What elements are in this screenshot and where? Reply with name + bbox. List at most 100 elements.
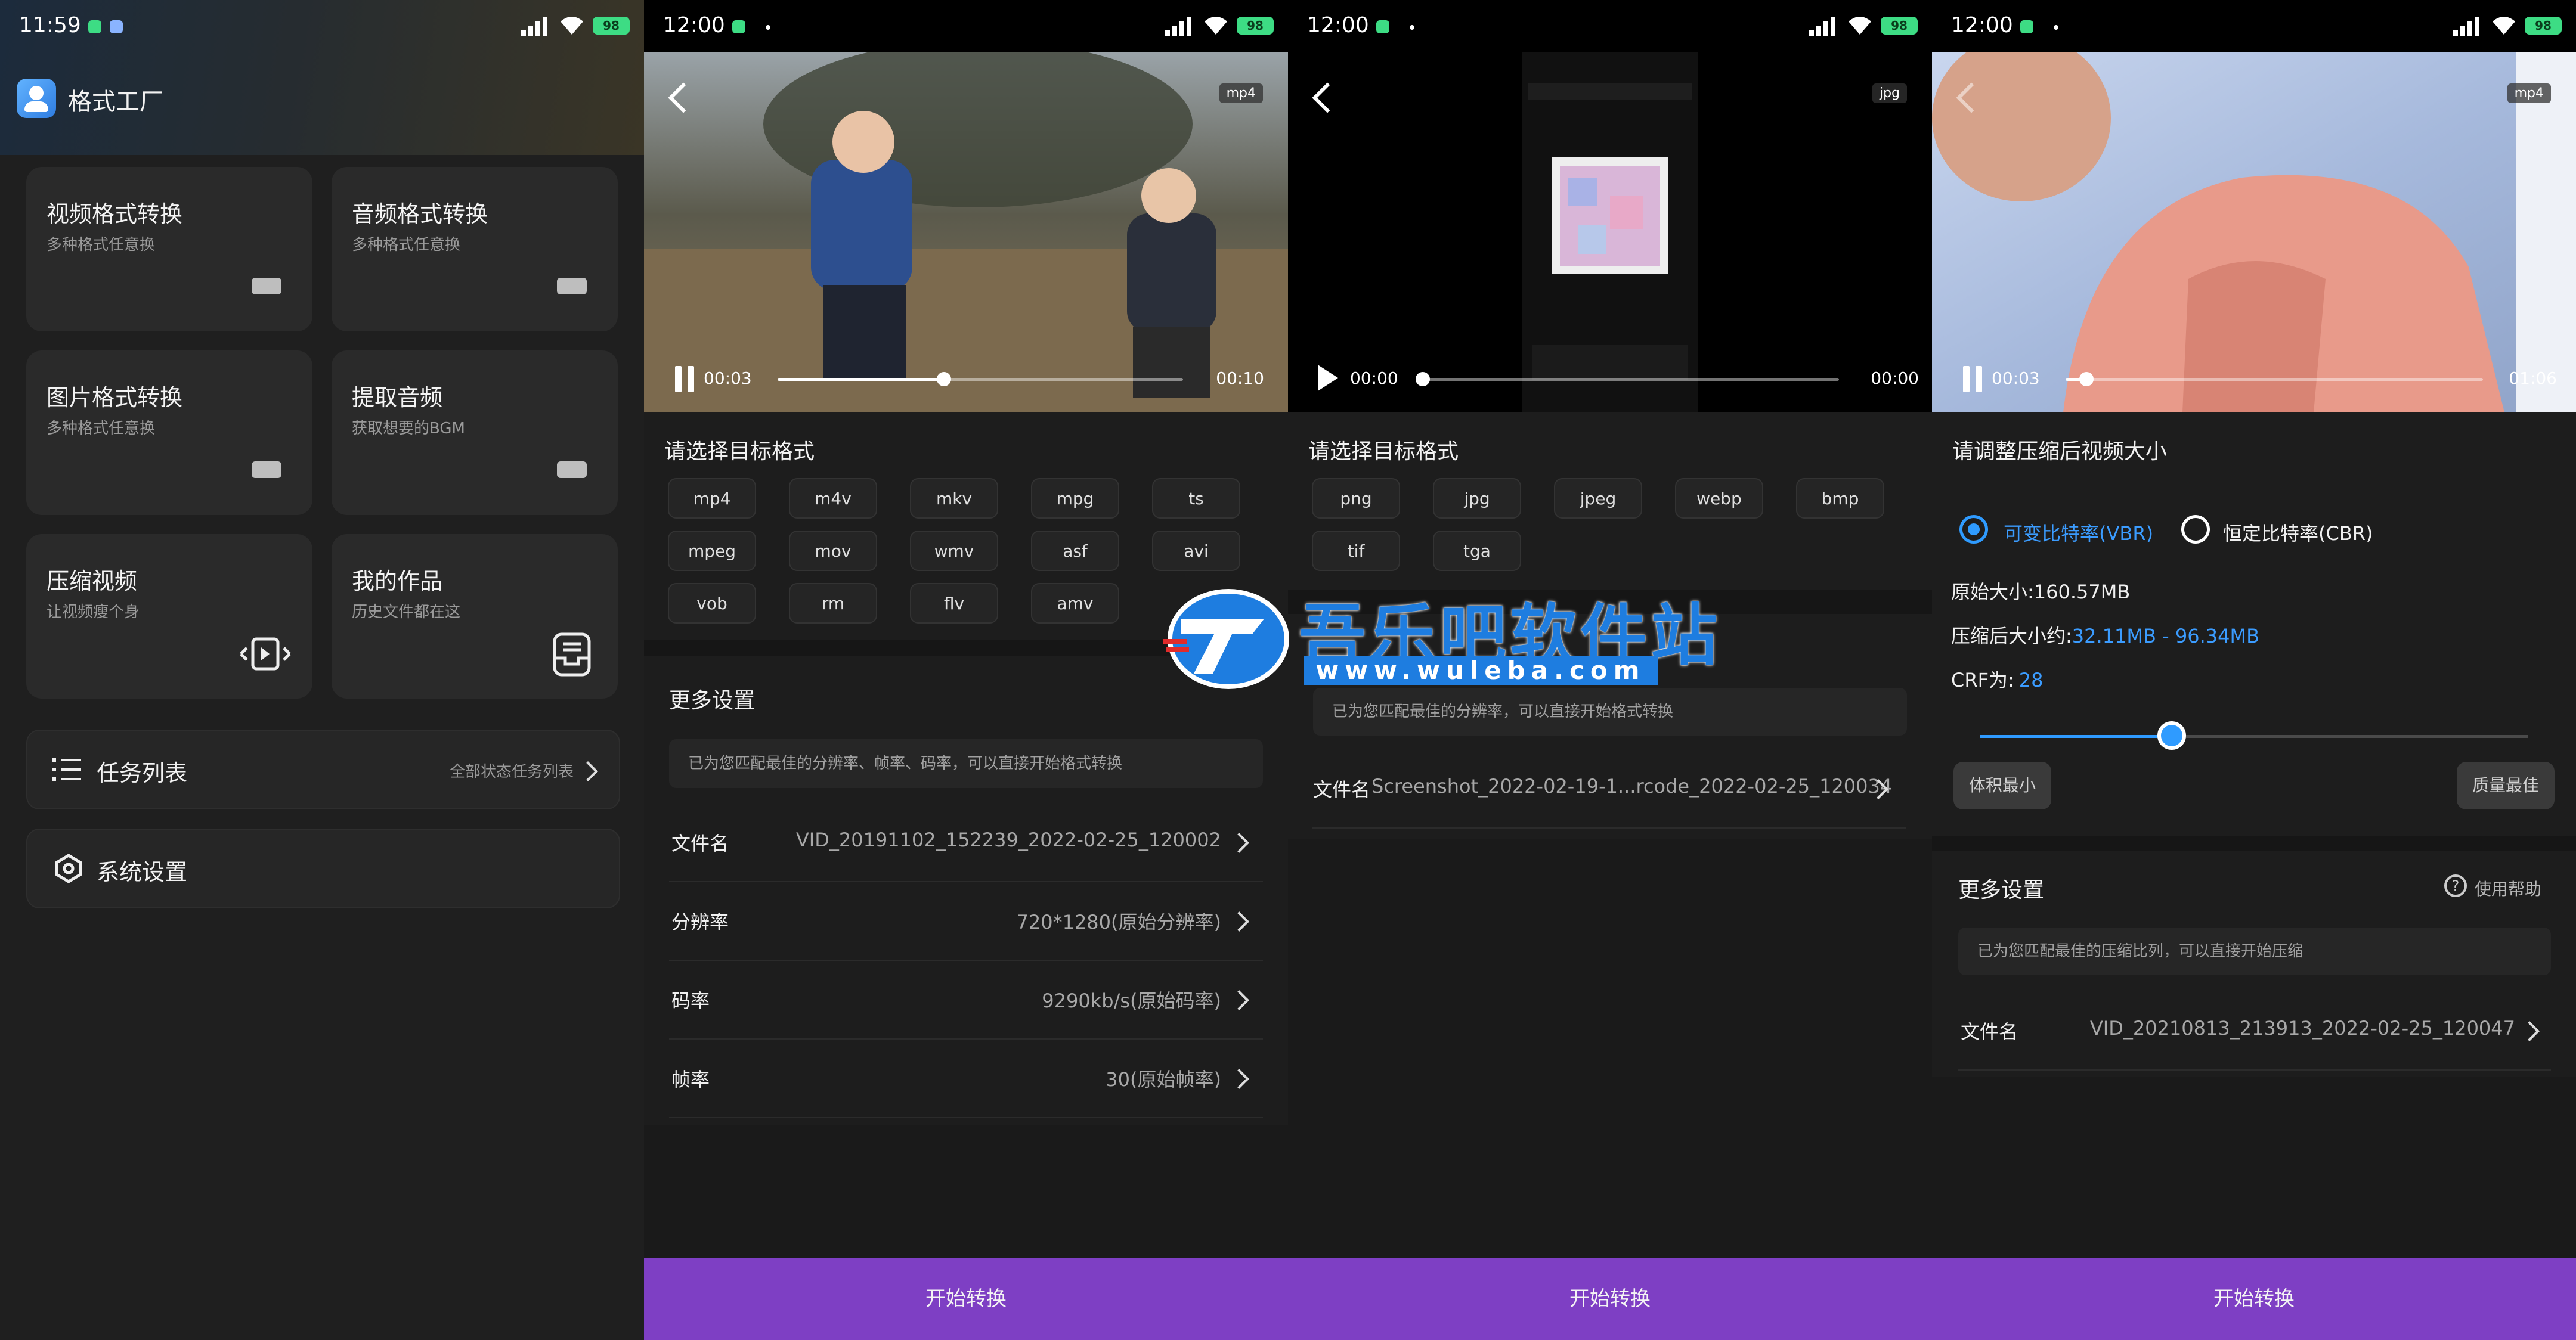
progress-knob[interactable] bbox=[2079, 372, 2094, 386]
format-chip[interactable]: mov bbox=[789, 531, 877, 571]
wifi-icon bbox=[1849, 17, 1871, 35]
notification-icon bbox=[110, 20, 123, 33]
format-chip[interactable]: asf bbox=[1031, 531, 1119, 571]
progress-knob[interactable] bbox=[937, 372, 951, 386]
vbr-label[interactable]: 可变比特率(VBR) bbox=[2004, 519, 2153, 546]
filename-row[interactable]: 文件名 Screenshot_2022-02-19-1...rcode_2022… bbox=[1312, 749, 1906, 829]
filename-row[interactable]: 文件名 VID_20210813_213913_2022-02-25_12004… bbox=[1958, 991, 2551, 1071]
format-chip[interactable]: wmv bbox=[910, 531, 998, 571]
format-chip[interactable]: amv bbox=[1031, 583, 1119, 624]
format-chip[interactable]: vob bbox=[668, 583, 756, 624]
image-preview[interactable]: jpg 00:00 00:00 bbox=[1288, 52, 1932, 412]
format-chip[interactable]: tif bbox=[1312, 531, 1400, 571]
dot-icon bbox=[2054, 25, 2058, 30]
video-frame bbox=[644, 52, 1288, 412]
card-subtitle: 多种格式任意换 bbox=[47, 420, 156, 438]
format-chip[interactable]: m4v bbox=[789, 478, 877, 519]
video-frame bbox=[1932, 52, 2576, 412]
format-chip[interactable]: mp4 bbox=[668, 478, 756, 519]
svg-text:?: ? bbox=[2452, 877, 2460, 894]
music-icon bbox=[557, 278, 587, 294]
help-link[interactable]: 使用帮助 bbox=[2475, 876, 2541, 900]
row-label: 码率 bbox=[671, 990, 710, 1012]
video-preview[interactable]: mp4 00:03 01:06 bbox=[1932, 52, 2576, 412]
chevron-right-icon bbox=[1229, 833, 1249, 853]
start-convert-button[interactable]: 开始转换 bbox=[1288, 1258, 1932, 1340]
watermark-logo-icon bbox=[1163, 589, 1289, 689]
hint-text: 已为您匹配最佳的压缩比列，可以直接开始压缩 bbox=[1958, 928, 2551, 975]
row-value: 30(原始帧率) bbox=[1106, 1068, 1221, 1091]
settings-row[interactable]: 系统设置 bbox=[26, 829, 620, 908]
app-title: 格式工厂 bbox=[68, 88, 163, 116]
format-chip[interactable]: rm bbox=[789, 583, 877, 624]
format-chip[interactable]: mkv bbox=[910, 478, 998, 519]
video-preview[interactable]: mp4 00:03 00:10 bbox=[644, 52, 1288, 412]
card-title: 音频格式转换 bbox=[352, 201, 488, 227]
format-chip[interactable]: png bbox=[1312, 478, 1400, 519]
status-bar: 12:00 98 bbox=[644, 0, 1288, 52]
video-convert-card[interactable]: 视频格式转换 多种格式任意换 bbox=[26, 167, 312, 331]
format-chip[interactable]: avi bbox=[1152, 531, 1240, 571]
format-badge: mp4 bbox=[2507, 83, 2551, 103]
framerate-row[interactable]: 帧率 30(原始帧率) bbox=[669, 1038, 1263, 1118]
image-icon bbox=[252, 461, 281, 478]
format-chip[interactable]: mpg bbox=[1031, 478, 1119, 519]
row-value: Screenshot_2022-02-19-1...rcode_2022-02-… bbox=[1371, 775, 1893, 798]
wifi-icon bbox=[1205, 17, 1227, 35]
format-chip[interactable]: jpeg bbox=[1554, 478, 1642, 519]
bitrate-row[interactable]: 码率 9290kb/s(原始码率) bbox=[669, 960, 1263, 1040]
my-works-card[interactable]: 我的作品 历史文件都在这 bbox=[332, 534, 618, 699]
play-icon[interactable] bbox=[1315, 364, 1339, 392]
resolution-row[interactable]: 分辨率 720*1280(原始分辨率) bbox=[669, 881, 1263, 961]
pause-icon[interactable] bbox=[674, 366, 695, 392]
crf-slider-knob[interactable] bbox=[2157, 721, 2186, 750]
min-size-button[interactable]: 体积最小 bbox=[1953, 762, 2052, 809]
signal-icon bbox=[2453, 17, 2487, 36]
progress-knob[interactable] bbox=[1416, 372, 1430, 386]
format-chip[interactable]: mpeg bbox=[668, 531, 756, 571]
more-settings-title: 更多设置 bbox=[669, 688, 756, 713]
compress-video-screen: 12:00 98 mp4 00:03 01:06 请调整压缩后视频大小 可变比特… bbox=[1932, 0, 2576, 1340]
list-icon bbox=[52, 758, 81, 781]
format-chip[interactable]: ts bbox=[1152, 478, 1240, 519]
compress-video-card[interactable]: 压缩视频 让视频瘦个身 bbox=[26, 534, 312, 699]
section-title: 请选择目标格式 bbox=[664, 439, 815, 464]
progress-track[interactable] bbox=[2066, 378, 2483, 381]
row-value: VID_20210813_213913_2022-02-25_120047 bbox=[2089, 1017, 2515, 1040]
format-chip[interactable]: tga bbox=[1433, 531, 1521, 571]
audio-convert-card[interactable]: 音频格式转换 多种格式任意换 bbox=[332, 167, 618, 331]
task-list-row[interactable]: 任务列表 全部状态任务列表 bbox=[26, 730, 620, 809]
start-convert-button[interactable]: 开始转换 bbox=[644, 1258, 1288, 1340]
format-chip[interactable]: flv bbox=[910, 583, 998, 624]
card-subtitle: 让视频瘦个身 bbox=[47, 603, 140, 621]
format-badge: jpg bbox=[1872, 83, 1907, 103]
format-chip[interactable]: bmp bbox=[1796, 478, 1884, 519]
row-label: 分辨率 bbox=[671, 911, 729, 933]
cbr-radio[interactable] bbox=[2181, 515, 2210, 544]
spacer bbox=[1932, 1077, 2576, 1258]
pause-icon[interactable] bbox=[1962, 366, 1983, 392]
signal-icon bbox=[1165, 17, 1199, 36]
cbr-label[interactable]: 恒定比特率(CBR) bbox=[2223, 519, 2373, 546]
start-convert-button[interactable]: 开始转换 bbox=[1932, 1258, 2576, 1340]
card-title: 视频格式转换 bbox=[47, 201, 183, 227]
clock: 12:00 bbox=[1307, 13, 1369, 38]
wifi-icon bbox=[2493, 17, 2515, 35]
inbox-icon bbox=[553, 632, 591, 677]
dot-icon bbox=[766, 25, 770, 30]
clock: 12:00 bbox=[1951, 13, 2013, 38]
current-time: 00:03 bbox=[704, 368, 752, 388]
extract-audio-card[interactable]: 提取音频 获取想要的BGM bbox=[332, 350, 618, 515]
image-convert-card[interactable]: 图片格式转换 多种格式任意换 bbox=[26, 350, 312, 515]
format-chip[interactable]: webp bbox=[1675, 478, 1763, 519]
notification-icon bbox=[1376, 20, 1389, 33]
help-icon[interactable]: ? bbox=[2444, 874, 2467, 898]
vbr-radio[interactable] bbox=[1959, 515, 1988, 544]
progress-track[interactable] bbox=[1422, 378, 1839, 381]
filename-row[interactable]: 文件名 VID_20191102_152239_2022-02-25_12000… bbox=[669, 802, 1263, 882]
original-size: 原始大小:160.57MB bbox=[1951, 581, 2131, 603]
best-quality-button[interactable]: 质量最佳 bbox=[2456, 762, 2555, 809]
format-chip[interactable]: jpg bbox=[1433, 478, 1521, 519]
spacer bbox=[644, 1125, 1288, 1258]
audio-extract-icon bbox=[557, 461, 587, 478]
